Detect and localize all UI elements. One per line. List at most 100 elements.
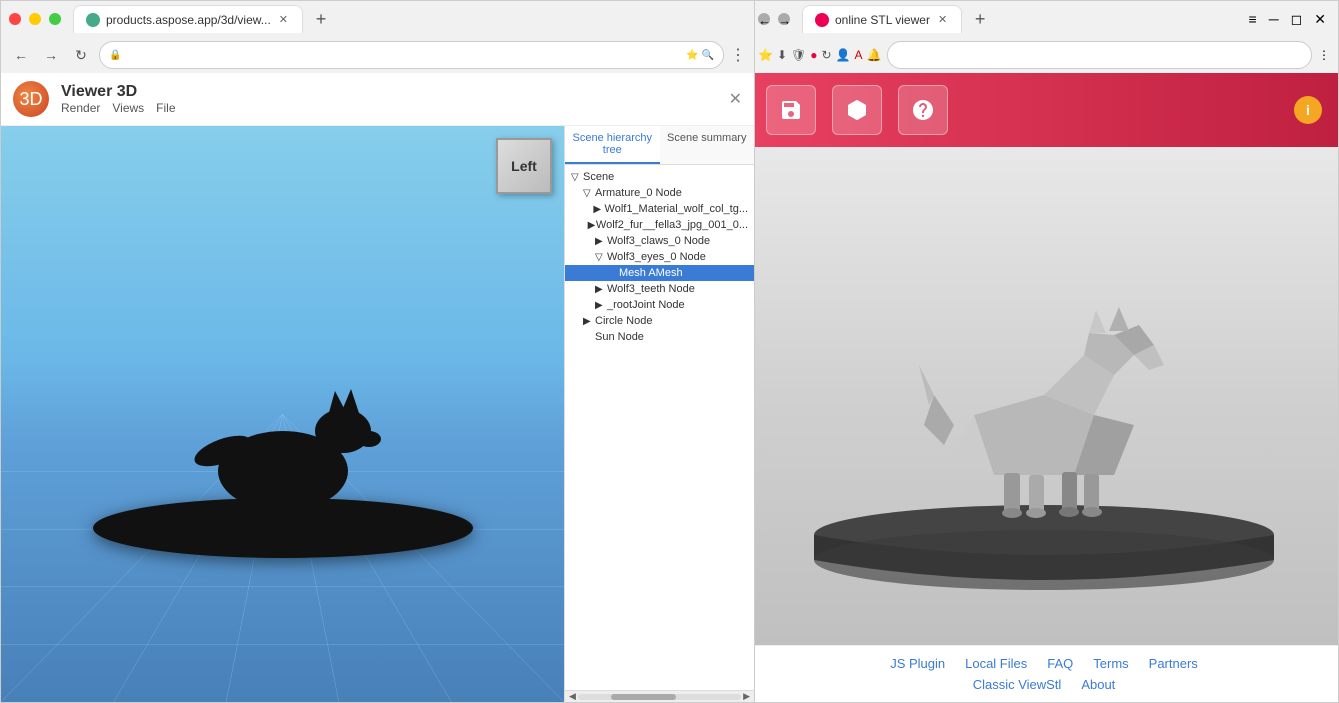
back-button[interactable]: ← [9,43,33,67]
scroll-right-arrow[interactable]: ▶ [741,691,752,702]
save-icon [779,98,803,122]
app-menu: Render Views File [61,101,176,115]
tree-node-rootjoint[interactable]: ▶ _rootJoint Node [565,297,754,313]
stl-viewport[interactable] [750,147,1338,645]
scrollbar-track[interactable] [578,694,741,700]
menu-views[interactable]: Views [112,101,144,115]
footer-links-row-1: JS Plugin Local Files FAQ Terms Partners [890,656,1198,671]
tree-arrow: ▶ [595,284,607,295]
footer-link-partners[interactable]: Partners [1149,656,1198,671]
maximize-window-btn[interactable] [49,13,61,25]
app-title-block: Viewer 3D Render Views File [61,83,176,115]
right-active-tab[interactable]: online STL viewer ✕ [802,5,962,33]
forward-button[interactable]: → [39,43,63,67]
right-address-bar-row: ⭐ ⬇ 🛡 ● ↻ 👤 A 🔔 Search with Google or en… [750,37,1338,73]
download-icon[interactable]: ⬇ [777,48,787,62]
scene-tree: ▽ Scene ▽ Armature_0 Node ▶ Wolf1_Materi… [565,165,754,690]
tree-arrow: ▽ [583,188,595,199]
sync-icon[interactable]: ↻ [822,48,832,62]
right-window-controls: ← → [758,13,790,25]
scene-scrollbar[interactable]: ◀ ▶ [565,690,754,702]
right-tab-bar: ← → online STL viewer ✕ + ≡ ─ ◻ ✕ [750,1,1338,37]
tab-scene-summary[interactable]: Scene summary [660,126,755,164]
scrollbar-thumb[interactable] [611,694,676,700]
right-menu-dots[interactable]: ⋮ [1318,48,1330,62]
tree-label: Armature_0 Node [595,187,682,199]
3d-viewport[interactable]: Left [1,126,564,702]
right-url-input[interactable]: Search with Google or enter address [887,41,1312,69]
tab-scene-hierarchy[interactable]: Scene hierarchy tree [565,126,660,164]
address-bar[interactable]: 🔒 https://products.aspose.app/3d/viewer?… [99,41,724,69]
pocket-icon[interactable]: ● [810,48,817,62]
address-bar-row: ← → ↻ 🔒 https://products.aspose.app/3d/v… [1,37,754,73]
scroll-left-arrow[interactable]: ◀ [567,691,578,702]
scene-panel: Scene hierarchy tree Scene summary ▽ Sce… [564,126,754,702]
tree-node-armature[interactable]: ▽ Armature_0 Node [565,185,754,201]
tree-node-wolf2[interactable]: ▶ Wolf2_fur__fella3_jpg_001_0... [565,217,754,233]
menu-file[interactable]: File [156,101,175,115]
main-content: Left Scene hierarchy tree Scene summary … [1,126,754,702]
footer-link-terms[interactable]: Terms [1093,656,1128,671]
tab-label: products.aspose.app/3d/view... [106,13,271,27]
close-window-btn[interactable] [9,13,21,25]
left-browser-window: products.aspose.app/3d/view... ✕ + ← → ↻… [0,0,755,703]
footer-link-about[interactable]: About [1081,677,1115,692]
browser-menu-button[interactable]: ⋮ [730,45,746,65]
footer-link-local-files[interactable]: Local Files [965,656,1027,671]
tree-label: _rootJoint Node [607,299,685,311]
tree-node-wolf3-eyes[interactable]: ▽ Wolf3_eyes_0 Node [565,249,754,265]
stl-save-button[interactable] [766,85,816,135]
right-tab-label: online STL viewer [835,13,930,27]
tree-node-wolf3-claws[interactable]: ▶ Wolf3_claws_0 Node [565,233,754,249]
right-chrome-controls: ≡ ─ ◻ ✕ [1245,11,1330,28]
lock-icon: 🔒 [109,50,121,61]
footer-link-faq[interactable]: FAQ [1047,656,1073,671]
right-tab-close-button[interactable]: ✕ [936,13,949,26]
orientation-cube[interactable]: Left [496,138,552,194]
window-controls [9,13,61,25]
minimize-window-btn[interactable] [29,13,41,25]
footer-link-js-plugin[interactable]: JS Plugin [890,656,945,671]
orientation-label: Left [511,158,537,174]
shield-icon[interactable]: 🛡 [791,48,806,62]
tree-node-wolf1[interactable]: ▶ Wolf1_Material_wolf_col_tg... [565,201,754,217]
app-logo: 3D [13,81,49,117]
right-tab-favicon [815,13,829,27]
stl-info-button[interactable]: i [1294,96,1322,124]
tree-node-sun[interactable]: Sun Node [565,329,754,345]
footer-links-row-2: Classic ViewStl About [973,677,1116,692]
right-back-nav[interactable]: ← [758,13,770,25]
stl-help-button[interactable] [898,85,948,135]
right-menu-btn[interactable]: ≡ [1245,11,1261,27]
app-title: Viewer 3D [61,83,176,101]
close-app-button[interactable]: ✕ [729,89,742,109]
app-header: 3D Viewer 3D Render Views File ✕ [1,73,754,126]
right-browser-window: ← → online STL viewer ✕ + ≡ ─ ◻ ✕ ⭐ ⬇ 🛡 [749,0,1339,703]
tree-node-scene[interactable]: ▽ Scene [565,169,754,185]
reload-button[interactable]: ↻ [69,43,93,67]
tree-label: Circle Node [595,315,652,327]
tree-label: Wolf1_Material_wolf_col_tg... [605,203,748,215]
right-forward-nav[interactable]: → [778,13,790,25]
tree-node-circle[interactable]: ▶ Circle Node [565,313,754,329]
tab-favicon [86,13,100,27]
profile-icon[interactable]: 👤 [836,48,851,62]
stl-model-button[interactable] [832,85,882,135]
box-icon [845,98,869,122]
footer-link-classic-viewstl[interactable]: Classic ViewStl [973,677,1062,692]
new-tab-button[interactable]: + [307,5,335,33]
help-icon [911,98,935,122]
minimize-btn[interactable]: ─ [1265,11,1283,27]
active-tab[interactable]: products.aspose.app/3d/view... ✕ [73,5,303,33]
tree-node-mesh-amesh[interactable]: Mesh AMesh [565,265,754,281]
menu-render[interactable]: Render [61,101,100,115]
url-input[interactable]: https://products.aspose.app/3d/viewer?se… [99,41,724,69]
tab-close-button[interactable]: ✕ [277,13,290,26]
right-new-tab-button[interactable]: + [966,5,994,33]
bookmarks-icon[interactable]: ⭐ [758,48,773,62]
ext-icon[interactable]: A [855,48,863,62]
close-btn[interactable]: ✕ [1310,11,1330,28]
ext2-icon[interactable]: 🔔 [867,48,882,62]
tree-node-wolf3-teeth[interactable]: ▶ Wolf3_teeth Node [565,281,754,297]
restore-btn[interactable]: ◻ [1287,11,1307,28]
